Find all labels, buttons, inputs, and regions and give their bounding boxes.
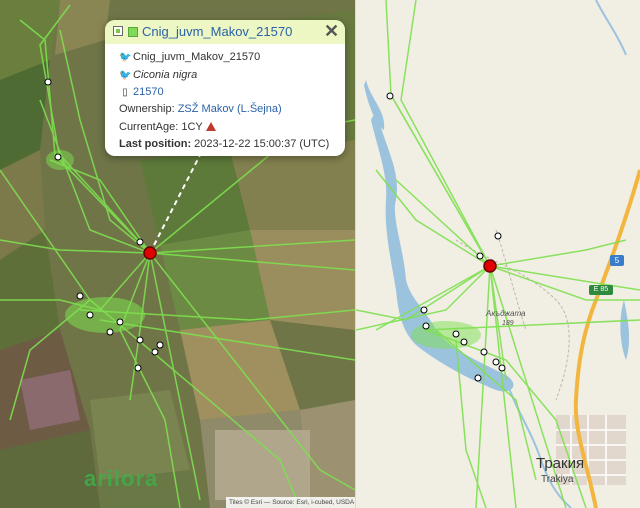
popup-name: Cnig_juvm_Makov_21570	[133, 51, 261, 63]
warning-icon	[205, 122, 216, 131]
village-area	[215, 430, 310, 500]
popup-tag-link[interactable]: 21570	[133, 86, 164, 98]
popup-ownership-row: Ownership: ZSŽ Makov (L.Šejna)	[119, 102, 282, 116]
road-shield-5-label: 5	[614, 256, 620, 265]
twitter-bird-icon: 🐦	[119, 70, 132, 81]
track-color-swatch	[128, 27, 138, 37]
town-latin-label: Trakiya	[541, 474, 574, 485]
age-label: CurrentAge:	[119, 121, 179, 133]
last-position-value: 2023-12-22 15:00:37 (UTC)	[194, 138, 330, 150]
last-position-label: Last position:	[119, 138, 192, 150]
street-map[interactable]: 5 E 85 Акъджата 189 Тракия Trakiya	[356, 0, 640, 508]
device-icon: ▯	[122, 87, 128, 98]
village-elevation: 189	[502, 320, 514, 327]
popup-age-row: CurrentAge: 1CY	[119, 120, 216, 134]
visibility-checkbox[interactable]	[113, 26, 123, 36]
animal-info-popup: Cnig_juvm_Makov_21570 ✕ 🐦 Cnig_juvm_Makov…	[105, 20, 345, 156]
track-cluster	[65, 297, 145, 333]
ownership-label: Ownership:	[119, 103, 175, 115]
village-label: Акъджата	[486, 309, 526, 318]
popup-header: Cnig_juvm_Makov_21570 ✕	[105, 20, 345, 44]
age-value: 1CY	[181, 121, 203, 133]
map-attribution: Tiles © Esri — Source: Esri, i-cubed, US…	[226, 497, 355, 508]
twitter-bird-icon: 🐦	[119, 52, 132, 63]
last-position-marker[interactable]	[483, 259, 497, 273]
street-map-canvas	[356, 0, 640, 508]
road-shield-e85-label: E 85	[593, 286, 609, 293]
close-icon[interactable]: ✕	[324, 21, 339, 41]
popup-tag-row: ▯ 21570	[119, 85, 164, 100]
track-cluster	[46, 150, 74, 170]
field-patch	[20, 370, 80, 430]
town-label: Тракия	[536, 455, 585, 472]
ownership-link[interactable]: ZSŽ Makov (L.Šejna)	[178, 103, 282, 115]
popup-species-row: 🐦 Ciconia nigra	[119, 68, 197, 83]
popup-title[interactable]: Cnig_juvm_Makov_21570	[142, 23, 292, 41]
popup-last-position-row: Last position: 2023-12-22 15:00:37 (UTC)	[119, 137, 329, 151]
track-cluster	[411, 321, 481, 349]
popup-name-row: 🐦 Cnig_juvm_Makov_21570	[119, 50, 260, 65]
popup-species: Ciconia nigra	[133, 69, 198, 81]
last-position-marker[interactable]	[143, 246, 157, 260]
brand-logo: arilora	[84, 466, 159, 491]
